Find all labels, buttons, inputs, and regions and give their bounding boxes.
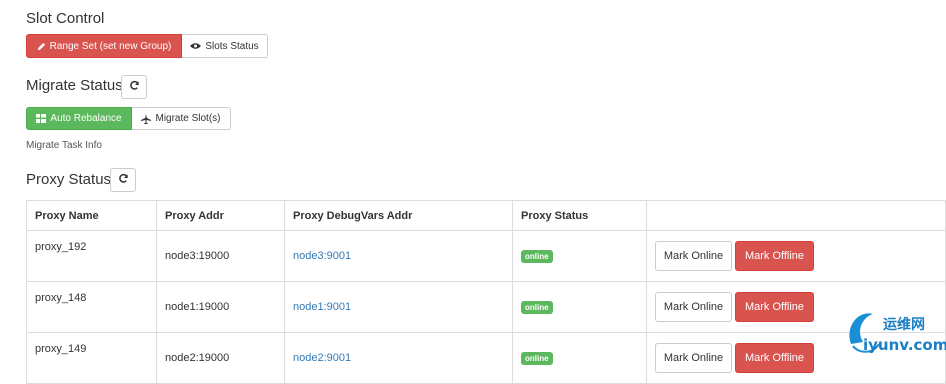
header-proxy-status: Proxy Status [512,200,647,231]
proxy-debug-cell: node2:9001 [284,332,513,384]
migrate-status-title: Migrate Status [26,77,123,94]
table-row: proxy_192 node3:19000 node3:9001 online … [26,230,946,282]
status-badge: online [521,249,553,263]
header-actions [646,200,946,231]
debugvars-link[interactable]: node1:9001 [293,301,351,313]
auto-rebalance-button[interactable]: Auto Rebalance [26,107,132,130]
proxy-refresh-button[interactable] [110,168,136,192]
debugvars-link[interactable]: node3:9001 [293,250,351,262]
migrate-slots-button[interactable]: Migrate Slot(s) [132,107,231,130]
watermark-domain: iyunv.com [863,336,946,354]
table-row: proxy_148 node1:19000 node1:9001 online … [26,281,946,333]
watermark-logo: 运维网 iyunv.com [843,300,946,356]
mark-online-button[interactable]: Mark Online [655,241,732,271]
table-header-row: Proxy Name Proxy Addr Proxy DebugVars Ad… [26,200,946,231]
table-row: proxy_149 node2:19000 node2:9001 online … [26,332,946,384]
migrate-refresh-button[interactable] [121,75,147,99]
pencil-icon [37,42,46,51]
proxy-status-cell: online [512,230,647,282]
proxy-name-cell: proxy_148 [26,281,157,333]
refresh-icon [118,173,129,187]
proxy-name-cell: proxy_149 [26,332,157,384]
migrate-task-info: Migrate Task Info [26,140,102,151]
header-proxy-name: Proxy Name [26,200,157,231]
proxy-addr-cell: node3:19000 [156,230,285,282]
plane-icon [141,113,152,124]
proxy-status-title: Proxy Status [26,171,112,188]
grid-icon [36,114,47,123]
proxy-debug-cell: node1:9001 [284,281,513,333]
mark-offline-button[interactable]: Mark Offline [735,241,814,271]
auto-rebalance-label: Auto Rebalance [50,113,122,124]
mark-offline-button[interactable]: Mark Offline [735,292,814,322]
proxy-status-cell: online [512,332,647,384]
refresh-icon [129,80,140,94]
mark-offline-button[interactable]: Mark Offline [735,343,814,373]
proxy-table: Proxy Name Proxy Addr Proxy DebugVars Ad… [26,200,946,384]
proxy-name-cell: proxy_192 [26,230,157,282]
proxy-actions-cell: Mark Online Mark Offline [646,230,946,282]
proxy-addr-cell: node2:19000 [156,332,285,384]
range-set-label: Range Set (set new Group) [49,40,172,52]
header-proxy-debugvars-addr: Proxy DebugVars Addr [284,200,513,231]
proxy-debug-cell: node3:9001 [284,230,513,282]
range-set-button[interactable]: Range Set (set new Group) [26,34,182,58]
debugvars-link[interactable]: node2:9001 [293,352,351,364]
watermark-cn-text: 运维网 [883,317,925,333]
proxy-status-cell: online [512,281,647,333]
status-badge: online [521,351,553,365]
status-badge: online [521,300,553,314]
mark-online-button[interactable]: Mark Online [655,343,732,373]
header-proxy-addr: Proxy Addr [156,200,285,231]
slots-status-button[interactable]: Slots Status [182,34,268,58]
migrate-slots-label: Migrate Slot(s) [155,113,221,124]
mark-online-button[interactable]: Mark Online [655,292,732,322]
eye-icon [190,42,202,50]
slot-control-title: Slot Control [26,10,105,27]
slots-status-label: Slots Status [205,40,259,52]
proxy-addr-cell: node1:19000 [156,281,285,333]
